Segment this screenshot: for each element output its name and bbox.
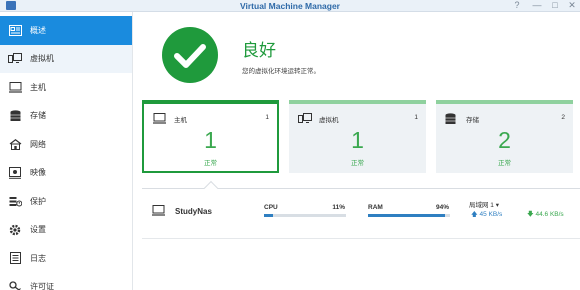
download-rate-value: 44.6 KB/s	[535, 211, 564, 218]
ram-usage-fill	[368, 214, 446, 217]
summary-card-virtual-machine[interactable]: 虚拟机 1 1 正常	[289, 100, 426, 173]
ram-value: 94%	[435, 204, 449, 211]
sidebar-item-label: 虚拟机	[30, 54, 54, 64]
sidebar-item-settings[interactable]: 设置	[0, 216, 132, 245]
sidebar-item-label: 概述	[30, 25, 46, 35]
image-icon	[8, 166, 22, 179]
sidebar-item-storage[interactable]: 存储	[0, 102, 132, 131]
title-bar: Virtual Machine Manager ? — □ ✕	[0, 0, 580, 12]
sidebar-item-protection[interactable]: 保护	[0, 187, 132, 216]
card-count: 1	[414, 114, 418, 121]
overview-panel: 良好 您的虚拟化环境运转正常。 主机 1 1 正常 虚拟机 1 1 正常 存储 …	[134, 12, 580, 290]
sidebar-item-virtual-machine[interactable]: 虚拟机	[0, 44, 132, 73]
status-title: 良好	[242, 41, 276, 60]
host-icon	[8, 81, 22, 93]
sidebar-item-label: 设置	[30, 225, 46, 235]
network-select[interactable]: 局域网 1 ▾	[469, 199, 499, 209]
log-icon	[8, 252, 22, 265]
sidebar-item-log[interactable]: 日志	[0, 244, 132, 273]
ram-label: RAM	[368, 204, 383, 211]
sidebar-item-host[interactable]: 主机	[0, 73, 132, 102]
host-icon	[153, 113, 166, 126]
cpu-value: 11%	[332, 204, 345, 211]
sidebar-item-label: 日志	[30, 253, 46, 263]
card-status: 正常	[498, 160, 511, 167]
sidebar-item-label: 许可证	[30, 282, 54, 290]
upload-arrow-icon: 🡅	[471, 211, 480, 218]
cpu-usage-fill	[264, 214, 274, 217]
card-name: 主机	[174, 117, 187, 124]
sidebar-item-label: 网络	[30, 139, 46, 149]
upload-rate-value: 45 KB/s	[479, 211, 503, 218]
network-upload-rate: 🡅 45 KB/s	[471, 210, 502, 221]
ram-usage-bar	[368, 214, 450, 217]
storage-icon	[445, 113, 456, 127]
download-arrow-icon: 🡇	[527, 211, 536, 218]
host-row[interactable]: StudyNas CPU 11% RAM 94% 局域网 1 ▾ 🡅 45 KB…	[142, 197, 580, 239]
card-count: 1	[265, 114, 269, 121]
card-big-count: 1	[351, 127, 364, 153]
sidebar-item-label: 保护	[30, 196, 46, 206]
sidebar-item-label: 映像	[30, 168, 46, 178]
summary-card-host[interactable]: 主机 1 1 正常	[142, 100, 279, 173]
sidebar-item-network[interactable]: 网络	[0, 130, 132, 159]
storage-icon	[8, 110, 22, 122]
sidebar-item-label: 存储	[30, 111, 46, 121]
help-icon[interactable]: ?	[510, 0, 524, 10]
sidebar-item-license[interactable]: 许可证	[0, 273, 132, 290]
card-status: 正常	[351, 160, 364, 167]
sidebar-item-image[interactable]: 映像	[0, 159, 132, 188]
sidebar-item-label: 主机	[30, 82, 46, 92]
cpu-usage-bar	[264, 214, 346, 217]
card-count: 2	[561, 114, 565, 121]
window-title: Virtual Machine Manager	[240, 1, 340, 11]
card-big-count: 1	[204, 127, 217, 153]
network-icon	[8, 138, 22, 150]
sidebar: 概述 虚拟机 主机 存储 网络 映像 保护 设置 日志 许可证	[0, 12, 133, 290]
card-status: 正常	[204, 160, 217, 167]
sidebar-item-overview[interactable]: 概述	[0, 16, 132, 45]
cpu-label: CPU	[264, 204, 278, 211]
license-icon	[8, 281, 22, 290]
status-description: 您的虚拟化环境运转正常。	[242, 68, 320, 75]
card-big-count: 2	[498, 127, 511, 153]
virtual-machine-icon	[298, 113, 312, 126]
summary-card-storage[interactable]: 存储 2 2 正常	[436, 100, 573, 173]
status-ok-icon	[162, 27, 218, 83]
host-icon	[152, 205, 165, 218]
selection-pointer	[203, 180, 219, 196]
protection-icon	[8, 195, 22, 207]
virtual-machine-icon	[8, 53, 22, 65]
host-name: StudyNas	[175, 207, 212, 216]
maximize-icon[interactable]: □	[548, 0, 562, 10]
settings-icon	[8, 224, 22, 236]
overview-icon	[8, 24, 22, 36]
card-name: 虚拟机	[319, 117, 339, 124]
minimize-icon[interactable]: —	[530, 0, 544, 10]
network-download-rate: 🡇 44.6 KB/s	[527, 210, 564, 221]
card-name: 存储	[466, 117, 479, 124]
close-icon[interactable]: ✕	[565, 0, 579, 11]
